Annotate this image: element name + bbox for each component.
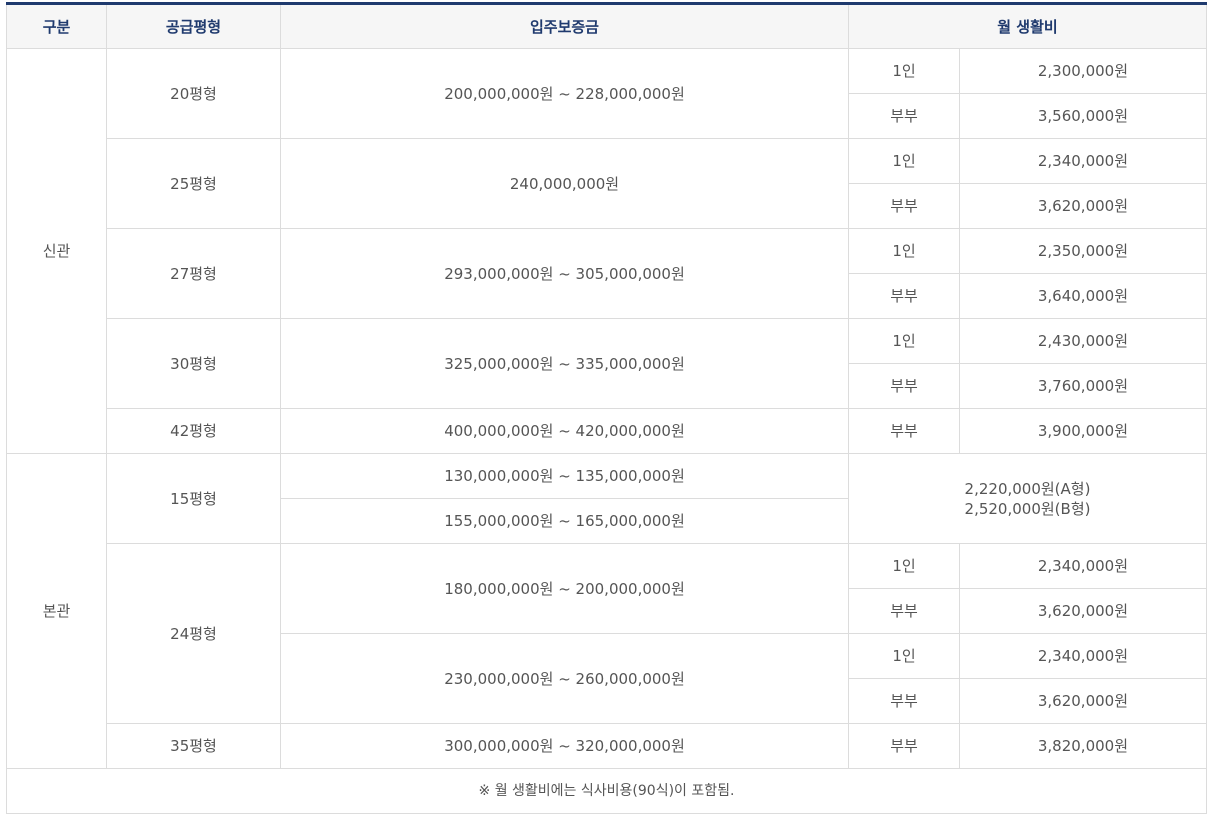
fee-table-container: 구분 공급평형 입주보증금 월 생활비 신관 20평형 200,000,000원… — [6, 2, 1207, 814]
type-couple: 부부 — [848, 93, 960, 139]
header-monthly: 월 생활비 — [848, 3, 1207, 49]
size-cell: 27평형 — [106, 228, 281, 319]
type-single: 1인 — [848, 48, 960, 94]
footnote: ※ 월 생활비에는 식사비용(90식)이 포함됨. — [6, 768, 1207, 814]
type-single: 1인 — [848, 543, 960, 589]
section-new: 신관 — [6, 48, 107, 454]
type-single: 1인 — [848, 318, 960, 364]
table-row: 35평형 300,000,000원 ~ 320,000,000원 부부 3,82… — [7, 723, 1207, 769]
deposit-cell: 180,000,000원 ~ 200,000,000원 — [280, 543, 849, 634]
monthly-fee: 3,900,000원 — [959, 408, 1207, 454]
type-couple: 부부 — [848, 363, 960, 409]
size-cell: 20평형 — [106, 48, 281, 139]
monthly-fee-b: 2,520,000원(B형) — [964, 499, 1091, 518]
type-couple: 부부 — [848, 273, 960, 319]
monthly-fee: 2,350,000원 — [959, 228, 1207, 274]
monthly-fee-combined: 2,220,000원(A형) 2,520,000원(B형) — [848, 453, 1207, 544]
monthly-fee: 3,820,000원 — [959, 723, 1207, 769]
deposit-cell: 130,000,000원 ~ 135,000,000원 — [280, 453, 849, 499]
header-category: 구분 — [6, 3, 107, 49]
size-cell: 24평형 — [106, 543, 281, 724]
size-cell: 42평형 — [106, 408, 281, 454]
monthly-fee: 2,300,000원 — [959, 48, 1207, 94]
deposit-cell: 325,000,000원 ~ 335,000,000원 — [280, 318, 849, 409]
deposit-cell: 200,000,000원 ~ 228,000,000원 — [280, 48, 849, 139]
deposit-cell: 293,000,000원 ~ 305,000,000원 — [280, 228, 849, 319]
header-deposit: 입주보증금 — [280, 3, 849, 49]
table-header-row: 구분 공급평형 입주보증금 월 생활비 — [6, 3, 1207, 49]
monthly-fee: 2,340,000원 — [959, 543, 1207, 589]
deposit-cell: 155,000,000원 ~ 165,000,000원 — [280, 498, 849, 544]
monthly-fee: 2,340,000원 — [959, 633, 1207, 679]
note-row: ※ 월 생활비에는 식사비용(90식)이 포함됨. — [6, 768, 1207, 814]
monthly-fee: 2,430,000원 — [959, 318, 1207, 364]
size-cell: 35평형 — [106, 723, 281, 769]
monthly-fee: 3,620,000원 — [959, 678, 1207, 724]
monthly-fee: 3,640,000원 — [959, 273, 1207, 319]
table-row: 30평형 325,000,000원 ~ 335,000,000원 1인 2,43… — [7, 318, 1207, 409]
type-single: 1인 — [848, 633, 960, 679]
size-cell: 25평형 — [106, 138, 281, 229]
fee-table: 구분 공급평형 입주보증금 월 생활비 신관 20평형 200,000,000원… — [6, 2, 1207, 814]
type-couple: 부부 — [848, 588, 960, 634]
type-couple: 부부 — [848, 183, 960, 229]
deposit-cell: 400,000,000원 ~ 420,000,000원 — [280, 408, 849, 454]
section-main: 본관 — [6, 453, 107, 769]
table-row: 25평형 240,000,000원 1인 2,340,000원 — [7, 138, 1207, 229]
monthly-fee: 3,560,000원 — [959, 93, 1207, 139]
type-couple: 부부 — [848, 408, 960, 454]
monthly-fee: 3,760,000원 — [959, 363, 1207, 409]
type-couple: 부부 — [848, 723, 960, 769]
header-size: 공급평형 — [106, 3, 281, 49]
table-row: 24평형 180,000,000원 ~ 200,000,000원 1인 2,34… — [7, 543, 1207, 724]
table-row: 본관 15평형 130,000,000원 ~ 135,000,000원 2,22… — [6, 453, 1207, 769]
size-cell: 15평형 — [106, 453, 281, 544]
monthly-fee-a: 2,220,000원(A형) — [964, 479, 1091, 498]
deposit-cell: 240,000,000원 — [280, 138, 849, 229]
deposit-cell: 230,000,000원 ~ 260,000,000원 — [280, 633, 849, 724]
type-couple: 부부 — [848, 678, 960, 724]
table-row: 42평형 400,000,000원 ~ 420,000,000원 부부 3,90… — [7, 408, 1207, 454]
type-single: 1인 — [848, 138, 960, 184]
monthly-fee: 3,620,000원 — [959, 183, 1207, 229]
table-row: 27평형 293,000,000원 ~ 305,000,000원 1인 2,35… — [7, 228, 1207, 319]
monthly-fee: 3,620,000원 — [959, 588, 1207, 634]
type-single: 1인 — [848, 228, 960, 274]
deposit-cell: 300,000,000원 ~ 320,000,000원 — [280, 723, 849, 769]
monthly-fee: 2,340,000원 — [959, 138, 1207, 184]
table-row: 신관 20평형 200,000,000원 ~ 228,000,000원 1인 2… — [6, 48, 1207, 454]
size-cell: 30평형 — [106, 318, 281, 409]
